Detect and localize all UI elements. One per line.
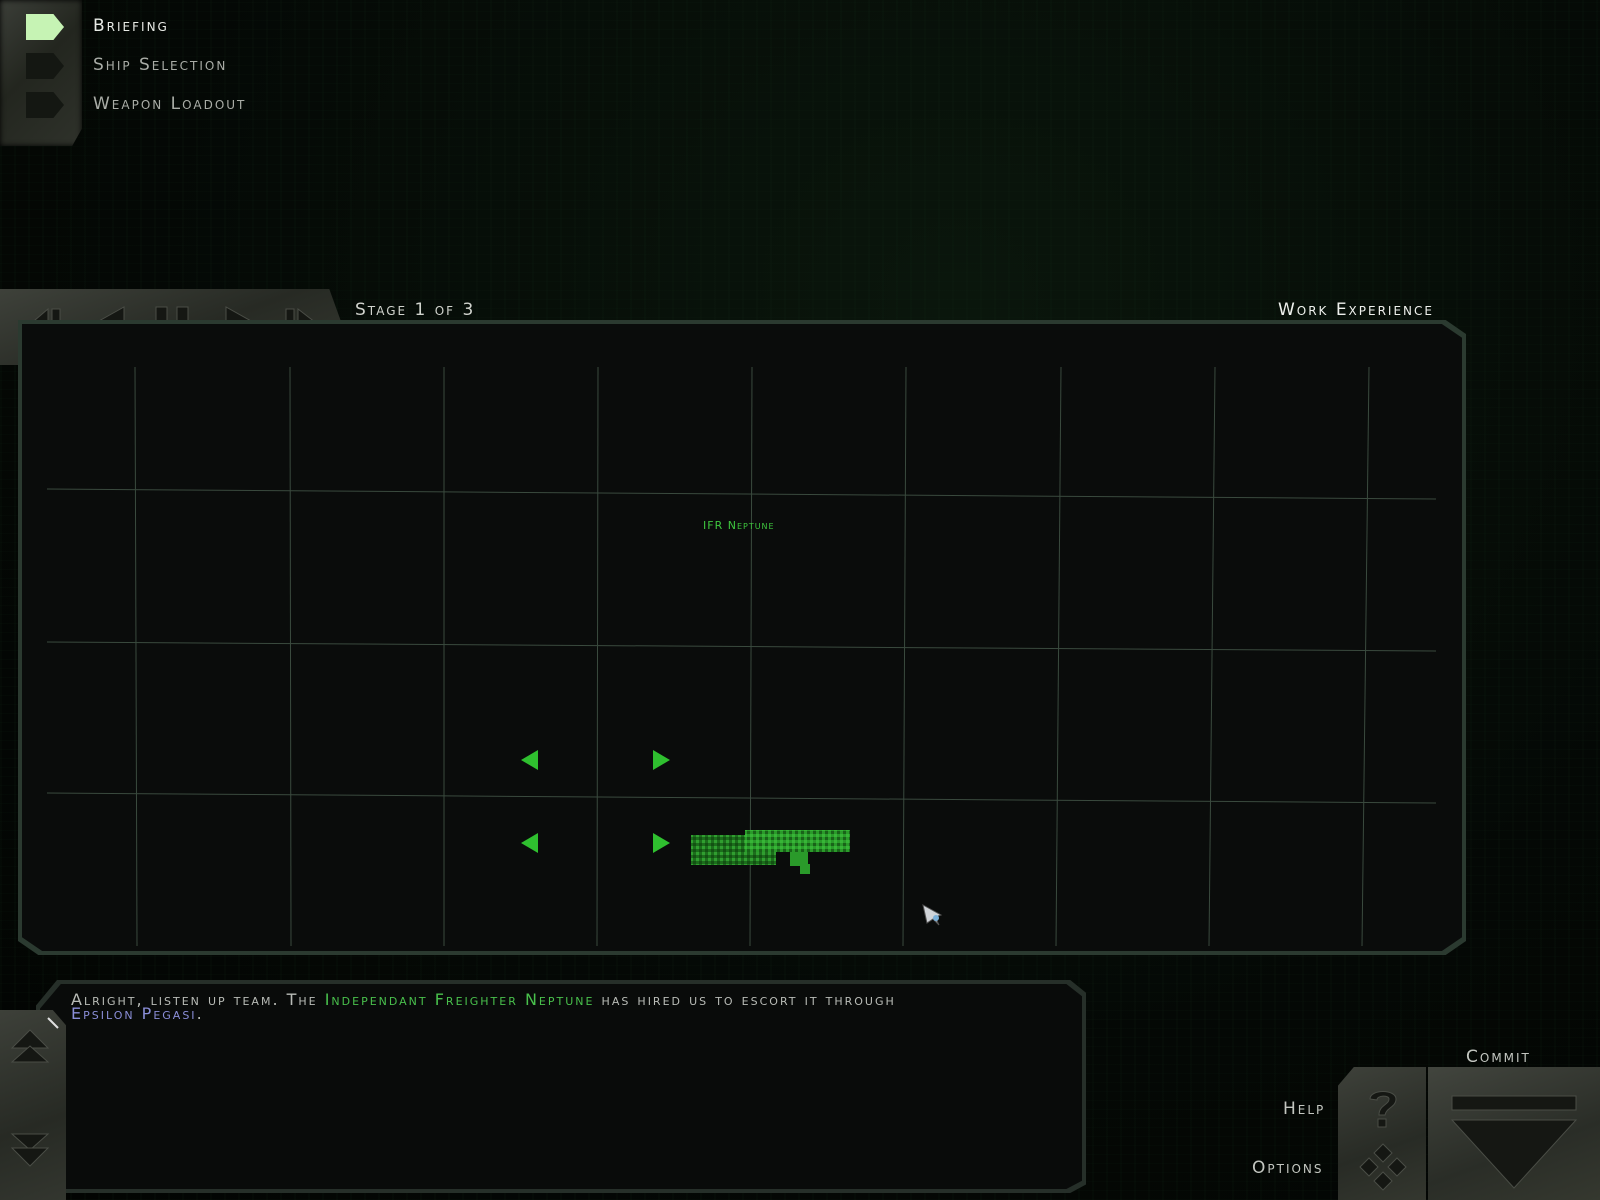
waypoint-markers: [521, 750, 670, 853]
triangle-marker-icon: [653, 750, 670, 770]
briefing-text-part: .: [196, 1004, 204, 1023]
options-icon[interactable]: [1356, 1140, 1410, 1194]
commit-button[interactable]: [1444, 1092, 1584, 1192]
dialogue-scroll-frame: [0, 1010, 66, 1200]
freighter-ship-icon[interactable]: [691, 830, 850, 874]
scroll-up-button[interactable]: [8, 1026, 52, 1066]
mouse-cursor-icon: [922, 904, 943, 926]
commit-label[interactable]: Commit: [1466, 1047, 1531, 1067]
ship-map-label: IFR Neptune: [703, 519, 775, 532]
briefing-highlight-location: Epsilon Pegasi: [71, 1004, 197, 1023]
scroll-up-icon: [10, 1029, 50, 1063]
help-label[interactable]: Help: [1283, 1099, 1325, 1119]
options-label[interactable]: Options: [1252, 1158, 1324, 1178]
text-caret-icon: [47, 1017, 59, 1029]
help-icon[interactable]: [1358, 1083, 1408, 1133]
briefing-text: Alright, listen up team. The Independant…: [71, 990, 951, 1023]
scroll-down-button[interactable]: [8, 1130, 52, 1170]
briefing-highlight-ship: Independant Freighter Neptune: [324, 990, 595, 1009]
triangle-marker-icon: [521, 750, 538, 770]
scroll-down-icon: [10, 1133, 50, 1167]
triangle-marker-icon: [521, 833, 538, 853]
triangle-marker-icon: [653, 833, 670, 853]
briefing-text-part: has hired us to escort it through: [594, 990, 896, 1009]
